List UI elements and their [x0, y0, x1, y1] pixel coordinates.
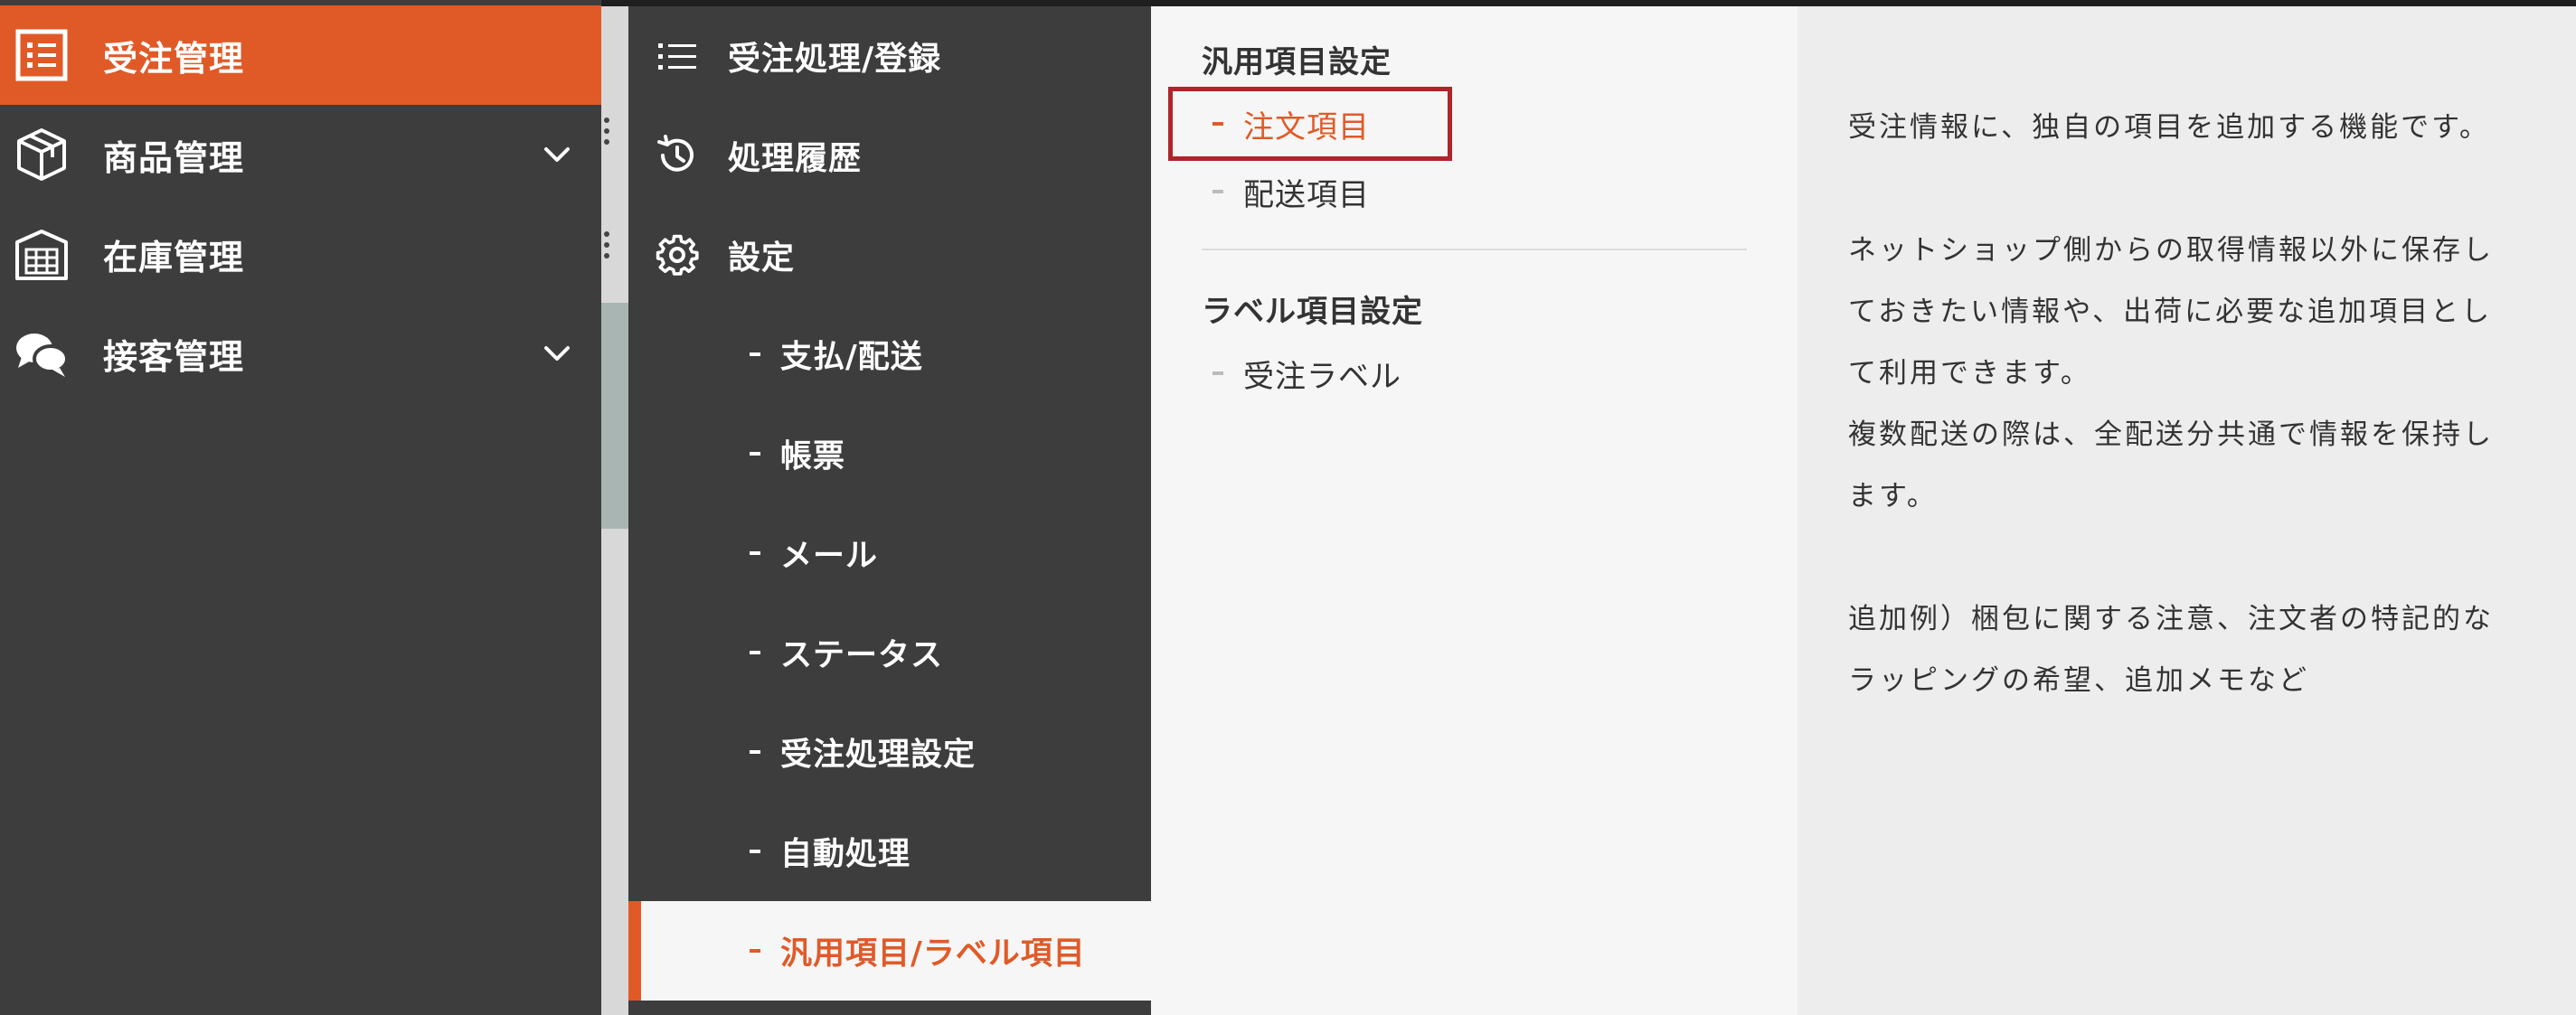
sidebar-item-label: 受注管理 [103, 38, 245, 79]
link-label: 注文項目 [1243, 108, 1370, 146]
dash-marker [1213, 371, 1223, 375]
section-divider [1202, 249, 1747, 250]
app-screen: 受注管理 商品管理 在庫管理 接客管理 受注処理/登録 処理履歴 設定 支払/配… [0, 0, 2576, 1015]
sidebar-item-label: 商品管理 [103, 137, 245, 178]
background-app-band [601, 303, 628, 529]
link-label: 配送項目 [1243, 176, 1370, 213]
description-line: て利用できます。 [1848, 357, 2091, 390]
description-line: 複数配送の際は、全配送分共通で情報を保持し [1848, 418, 2494, 451]
background-dot [604, 253, 609, 258]
dash-marker [750, 551, 760, 555]
link-order-items[interactable]: 注文項目 [1202, 97, 1370, 151]
settings-child-label: 受注処理設定 [780, 737, 977, 774]
description-line: 追加例）梱包に関する注意、注文者の特記的な [1848, 603, 2494, 635]
description-panel: 受注情報に、独自の項目を追加する機能です。 ネットショップ側からの取得情報以外に… [1798, 6, 2576, 1015]
description-line: 受注情報に、独自の項目を追加する機能です。 [1848, 111, 2490, 144]
warehouse-icon [13, 225, 71, 283]
chevron-down-icon[interactable] [539, 136, 575, 173]
dash-marker [750, 850, 760, 853]
label-items-heading: ラベル項目設定 [1202, 294, 1423, 330]
dash-marker [750, 651, 760, 654]
main-sidebar: 受注管理 商品管理 在庫管理 接客管理 [0, 0, 601, 1015]
dash-marker [750, 452, 760, 456]
list-icon [13, 26, 71, 84]
background-dot [604, 117, 609, 123]
settings-child-order-processing-settings[interactable]: 受注処理設定 [628, 702, 1151, 802]
settings-child-label: ステータス [780, 637, 944, 674]
submenu-item-history[interactable]: 処理履歴 [628, 106, 1151, 205]
dash-marker [750, 949, 760, 953]
submenu-item-settings[interactable]: 設定 [628, 205, 1151, 305]
dash-marker [750, 352, 760, 356]
sidebar-item-order-management[interactable]: 受注管理 [0, 5, 601, 105]
background-dot [604, 231, 609, 237]
link-order-label[interactable]: 受注ラベル [1202, 346, 1401, 400]
sidebar-item-label: 接客管理 [103, 336, 245, 377]
sidebar-item-customer-service[interactable]: 接客管理 [0, 304, 601, 403]
box-icon [13, 126, 71, 183]
settings-child-label: メール [780, 538, 879, 575]
chat-icon [13, 324, 71, 382]
settings-child-status[interactable]: ステータス [628, 603, 1151, 702]
description-line: ネットショップ側からの取得情報以外に保存し [1848, 234, 2494, 267]
submenu-item-order-processing[interactable]: 受注処理/登録 [628, 6, 1151, 106]
sidebar-item-label: 在庫管理 [103, 237, 245, 277]
description-line: ておきたい情報や、出荷に必要な追加項目とし [1848, 296, 2493, 328]
settings-child-label: 支払/配送 [780, 339, 923, 376]
settings-child-label: 自動処理 [780, 836, 911, 873]
sidebar-item-product-management[interactable]: 商品管理 [0, 105, 601, 204]
settings-child-general-label-items[interactable]: 汎用項目/ラベル項目 [628, 901, 1151, 1001]
sidebar-item-inventory-management[interactable]: 在庫管理 [0, 204, 601, 304]
dash-marker [750, 750, 760, 754]
background-dot [604, 242, 609, 248]
chevron-down-icon[interactable] [539, 335, 575, 371]
description-line: ラッピングの希望、追加メモなど [1848, 664, 2309, 697]
history-icon [654, 132, 701, 179]
settings-child-payment-shipping[interactable]: 支払/配送 [628, 305, 1151, 404]
settings-child-label: 汎用項目/ラベル項目 [780, 935, 1086, 973]
general-items-heading: 汎用項目設定 [1202, 44, 1392, 80]
link-shipping-items[interactable]: 配送項目 [1202, 164, 1370, 219]
gear-icon [654, 231, 701, 278]
link-label: 受注ラベル [1243, 358, 1401, 395]
background-dot [604, 139, 609, 145]
submenu-item-label: 設定 [728, 240, 796, 277]
submenu-item-label: 受注処理/登録 [728, 41, 942, 78]
order-submenu: 受注処理/登録 処理履歴 設定 支払/配送 帳票 メール ステータス 受注処理設… [628, 6, 1151, 1015]
dash-marker [1213, 122, 1223, 126]
list-lines-icon [654, 33, 701, 80]
settings-child-auto-processing[interactable]: 自動処理 [628, 802, 1151, 901]
submenu-item-label: 処理履歴 [728, 140, 863, 177]
settings-child-forms[interactable]: 帳票 [628, 404, 1151, 503]
background-dot [604, 128, 609, 134]
dash-marker [1213, 190, 1223, 193]
item-settings-panel: 汎用項目設定 注文項目 配送項目 ラベル項目設定 受注ラベル [1151, 6, 1798, 1015]
settings-child-label: 帳票 [780, 438, 846, 475]
description-line: ます。 [1848, 480, 1938, 512]
settings-child-mail[interactable]: メール [628, 503, 1151, 603]
